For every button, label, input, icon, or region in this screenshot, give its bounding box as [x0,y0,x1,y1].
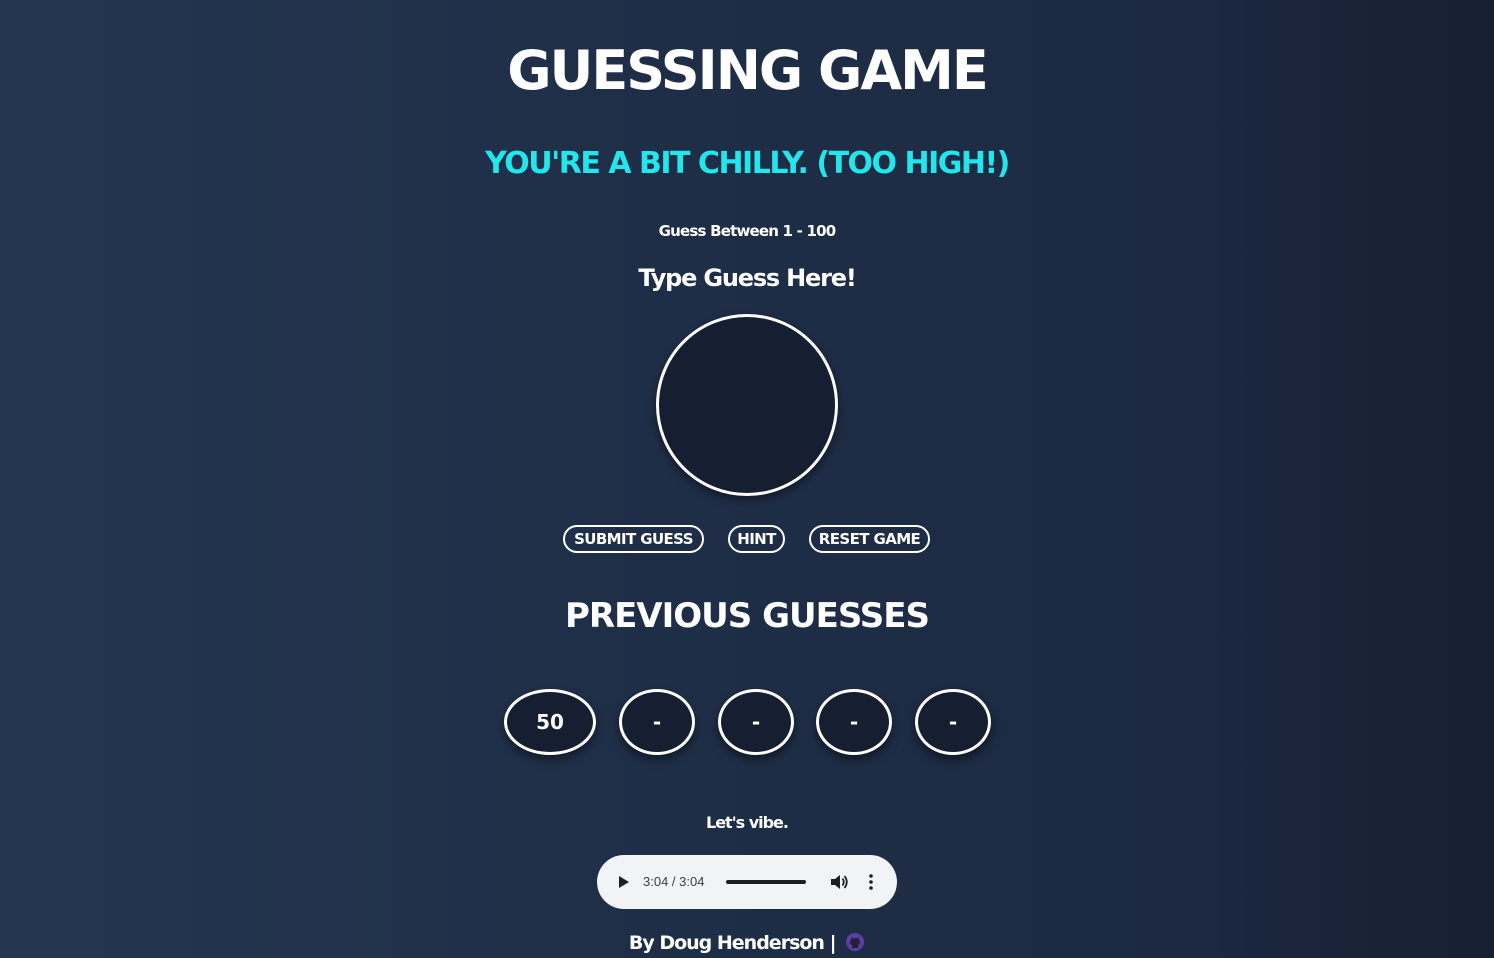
audio-progress-bar[interactable] [726,880,806,884]
guess-input[interactable] [656,314,838,496]
status-message: YOU'RE A BIT CHILLY. (TOO HIGH!) [485,146,1010,181]
audio-time: 3:04 / 3:04 [643,874,705,889]
hint-button[interactable]: HINT [728,525,785,553]
volume-icon[interactable] [829,873,849,891]
more-options-icon[interactable] [863,873,879,891]
range-text: Guess Between 1 - 100 [658,222,837,240]
guess-input-label: Type Guess Here! [638,264,856,292]
music-label: Let's vibe. [706,813,789,832]
submit-guess-button[interactable]: SUBMIT GUESS [563,525,704,553]
previous-guess-slot: - [816,689,892,755]
reset-game-button[interactable]: RESET GAME [809,525,930,553]
page-title: GUESSING GAME [507,39,989,102]
previous-guess-slot: - [718,689,794,755]
previous-guess-slot: - [619,689,695,755]
previous-guesses-title: PREVIOUS GUESSES [564,596,930,636]
play-icon[interactable] [616,874,632,890]
footer: By Doug Henderson | [0,930,1494,956]
previous-guess-slot: 50 [504,689,596,755]
github-icon[interactable] [845,932,865,952]
author-credit: By Doug Henderson | [628,932,837,954]
audio-player: 3:04 / 3:04 [597,855,897,909]
previous-guess-slot: - [915,689,991,755]
